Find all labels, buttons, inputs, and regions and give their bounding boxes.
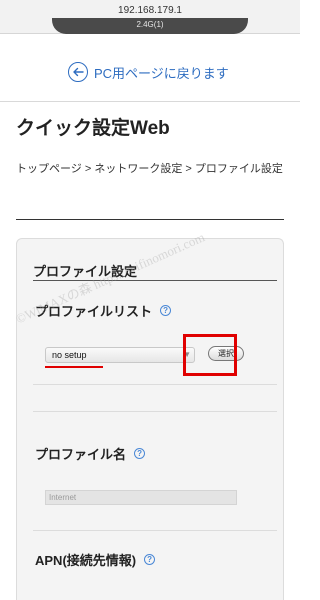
apn-label-text: APN(接続先情報) <box>35 553 137 568</box>
profile-name-label: プロファイル名 ? <box>35 444 146 463</box>
arrow-left-circle-icon <box>68 62 88 82</box>
profile-list-selected-value: no setup <box>52 350 87 360</box>
panel-title: プロファイル設定 <box>33 264 138 279</box>
divider <box>33 530 277 531</box>
divider <box>33 411 277 412</box>
divider <box>16 219 284 220</box>
apn-label: APN(接続先情報) ? <box>35 550 156 569</box>
browser-address-bar: 192.168.179.1 2.4G(1) <box>0 0 300 34</box>
breadcrumb-separator: > <box>84 163 95 175</box>
tab-indicator: 2.4G(1) <box>52 18 248 34</box>
breadcrumb: トップページ > ネットワーク設定 > プロファイル設定 <box>16 161 288 177</box>
help-icon[interactable]: ? <box>144 554 156 565</box>
page-title: クイック設定Web <box>16 118 170 139</box>
profile-settings-panel: プロファイル設定 プロファイルリスト ? no setup ▼ 選択 プロファイ… <box>16 238 284 600</box>
breadcrumb-item-top[interactable]: トップページ <box>16 163 82 175</box>
breadcrumb-separator: > <box>185 163 195 175</box>
help-icon[interactable]: ? <box>134 448 146 459</box>
breadcrumb-item-profile: プロファイル設定 <box>194 163 283 175</box>
profile-list-label: プロファイルリスト ? <box>35 301 172 320</box>
divider <box>33 384 277 385</box>
back-link-label: PC用ページに戻ります <box>94 65 229 81</box>
highlight-box <box>183 334 237 376</box>
profile-list-label-text: プロファイルリスト <box>35 304 153 319</box>
highlight-underline <box>45 366 103 368</box>
tab-label: 2.4G(1) <box>136 20 164 29</box>
breadcrumb-item-network[interactable]: ネットワーク設定 <box>94 163 182 175</box>
divider <box>33 280 277 281</box>
help-icon[interactable]: ? <box>160 305 172 316</box>
divider <box>0 101 300 102</box>
profile-list-select[interactable]: no setup ▼ <box>45 347 195 363</box>
url-text[interactable]: 192.168.179.1 <box>0 5 300 16</box>
profile-name-label-text: プロファイル名 <box>35 447 127 462</box>
profile-name-input[interactable]: Internet <box>45 490 237 505</box>
back-to-pc-page-link[interactable]: PC用ページに戻ります <box>68 60 229 84</box>
